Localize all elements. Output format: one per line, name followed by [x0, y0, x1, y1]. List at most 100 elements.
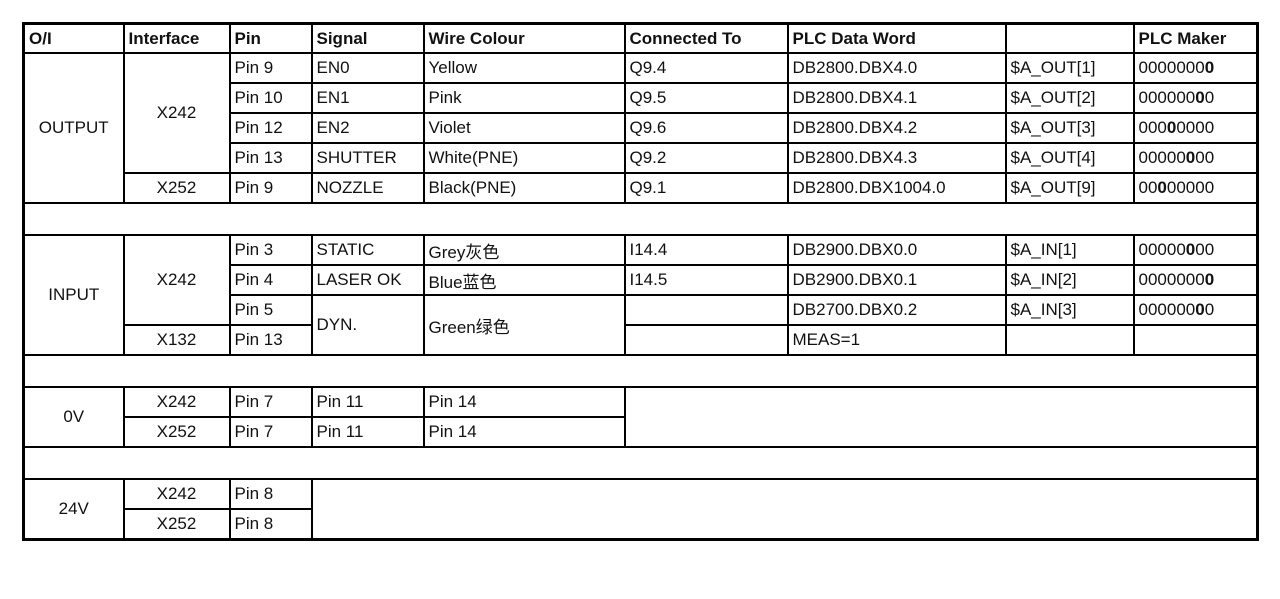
wire-cell: White(PNE) — [422, 142, 626, 174]
column-header: Signal — [310, 22, 425, 54]
section-label-24v: 24V — [22, 478, 125, 541]
column-header: PLC Maker — [1132, 22, 1259, 54]
table-row: X132 Pin 13 MEAS=1 — [24, 324, 1259, 356]
plc-maker-cell: 00000000 — [1132, 234, 1259, 266]
empty-area — [312, 479, 1258, 509]
interface-cell: X252 — [122, 172, 231, 204]
pin-cell: Pin 5 — [228, 294, 313, 326]
var-cell: $A_OUT[2] — [1004, 82, 1135, 114]
wire-cell: Yellow — [422, 52, 626, 84]
column-header: Connected To — [623, 22, 789, 54]
table-row — [23, 446, 1258, 480]
table-row: X252 Pin 7 Pin 11 Pin 14 — [24, 416, 1258, 448]
db-cell: DB2700.DBX0.2 — [786, 294, 1007, 326]
column-header: O/I — [22, 22, 125, 54]
interface-cell: X242 — [122, 386, 231, 418]
conn-cell: Q9.2 — [623, 142, 789, 174]
pin-cell: Pin 9 — [228, 172, 313, 204]
db-cell: DB2800.DBX4.0 — [786, 52, 1007, 84]
var-cell: $A_OUT[9] — [1004, 172, 1135, 204]
signal-cell: STATIC — [310, 234, 425, 266]
table-row: INPUT X242 Pin 3 STATIC Grey灰色 I14.4 DB2900.DB… — [22, 234, 1259, 356]
active-bit: 0 — [1204, 58, 1215, 77]
active-bit: 0 — [1185, 148, 1196, 167]
empty-area — [625, 387, 1258, 417]
conn-cell: Q9.5 — [623, 82, 789, 114]
pin-cell: Pin 12 — [228, 112, 313, 144]
empty-area — [312, 509, 1258, 540]
plc-maker-cell: 00000000 — [1132, 294, 1259, 326]
interface-cell: X242 — [122, 52, 231, 174]
conn-cell: I14.5 — [623, 264, 789, 296]
conn-cell — [623, 324, 789, 356]
var-cell: $A_IN[2] — [1004, 264, 1135, 296]
pin-cell: Pin 8 — [228, 508, 313, 541]
table-row — [23, 202, 1258, 236]
table-row — [23, 354, 1258, 388]
interface-cell: X242 — [122, 234, 231, 326]
spacer-row — [23, 202, 1258, 236]
wire-cell: Blue蓝色 — [422, 264, 626, 296]
interface-cell: X252 — [122, 416, 231, 448]
db-cell: DB2800.DBX4.1 — [786, 82, 1007, 114]
table-row: 24V X242 Pin 8 — [22, 478, 1258, 541]
pin-cell: Pin 7 — [228, 416, 313, 448]
var-cell: $A_OUT[3] — [1004, 112, 1135, 144]
interface-cell: X132 — [122, 324, 231, 356]
column-header: Wire Colour — [422, 22, 626, 54]
pin-cell: Pin 8 — [228, 478, 313, 510]
table-row: 0V X242 Pin 7 Pin 11 Pin 14 — [22, 386, 1258, 448]
table-row: X252 Pin 9 NOZZLE Black(PNE) Q9.1 DB2800.DBX1… — [24, 172, 1259, 204]
signal-cell: NOZZLE — [310, 172, 425, 204]
db-cell: DB2800.DBX4.2 — [786, 112, 1007, 144]
pin-cell: Pin 7 — [228, 386, 313, 418]
active-bit: 0 — [1185, 240, 1196, 259]
interface-cell: X252 — [122, 508, 231, 541]
pin-cell: Pin 10 — [228, 82, 313, 114]
db-cell: DB2900.DBX0.1 — [786, 264, 1007, 296]
column-header: PLC Data Word — [786, 22, 1007, 54]
signal-cell: SHUTTER — [310, 142, 425, 174]
conn-cell: Q9.1 — [623, 172, 789, 204]
db-cell: DB2800.DBX4.3 — [786, 142, 1007, 174]
pin-cell: Pin 14 — [422, 416, 626, 448]
table-row: X252 Pin 8 — [24, 508, 1258, 541]
db-cell: DB2800.DBX1004.0 — [786, 172, 1007, 204]
column-header: Interface — [122, 22, 231, 54]
pin-cell: Pin 4 — [228, 264, 313, 296]
section-label-0v: 0V — [22, 386, 125, 448]
conn-cell — [623, 294, 789, 326]
wiring-table: O/I Interface Pin Signal Wire Colour Connecte… — [22, 22, 1259, 541]
pin-cell: Pin 13 — [228, 324, 313, 356]
active-bit: 0 — [1195, 88, 1205, 107]
var-cell: $A_OUT[4] — [1004, 142, 1135, 174]
plc-maker-cell — [1132, 324, 1259, 356]
var-cell: $A_IN[3] — [1004, 294, 1135, 326]
pin-cell: Pin 13 — [228, 142, 313, 174]
pin-cell: Pin 9 — [228, 52, 313, 84]
plc-maker-cell: 00000000 — [1132, 142, 1259, 174]
db-cell: DB2900.DBX0.0 — [786, 234, 1007, 266]
plc-maker-cell: 00000000 — [1132, 112, 1259, 144]
var-cell: $A_IN[1] — [1004, 234, 1135, 266]
plc-maker-cell: 00000000 — [1132, 264, 1259, 296]
wire-cell: Black(PNE) — [422, 172, 626, 204]
interface-cell: X242 — [122, 478, 231, 510]
table-row: OUTPUT X242 Pin 9 EN0 Yellow Q9.4 DB2800.DBX4.… — [22, 52, 1259, 204]
wire-cell: Grey灰色 — [422, 234, 626, 266]
spacer-row — [23, 446, 1258, 480]
db-cell: MEAS=1 — [786, 324, 1007, 356]
var-cell: $A_OUT[1] — [1004, 52, 1135, 84]
conn-cell: I14.4 — [623, 234, 789, 266]
spacer-row — [23, 354, 1258, 388]
pin-cell: Pin 11 — [310, 386, 425, 418]
table-row: O/I Interface Pin Signal Wire Colour Connecte… — [22, 22, 1259, 54]
pin-cell: Pin 3 — [228, 234, 313, 266]
pin-cell: Pin 14 — [422, 386, 626, 418]
wire-cell: Green绿色 — [422, 294, 626, 356]
wire-cell: Violet — [422, 112, 626, 144]
signal-cell: DYN. — [310, 294, 425, 356]
section-label-input: INPUT — [22, 234, 125, 356]
active-bit: 0 — [1157, 178, 1167, 197]
wire-cell: Pink — [422, 82, 626, 114]
